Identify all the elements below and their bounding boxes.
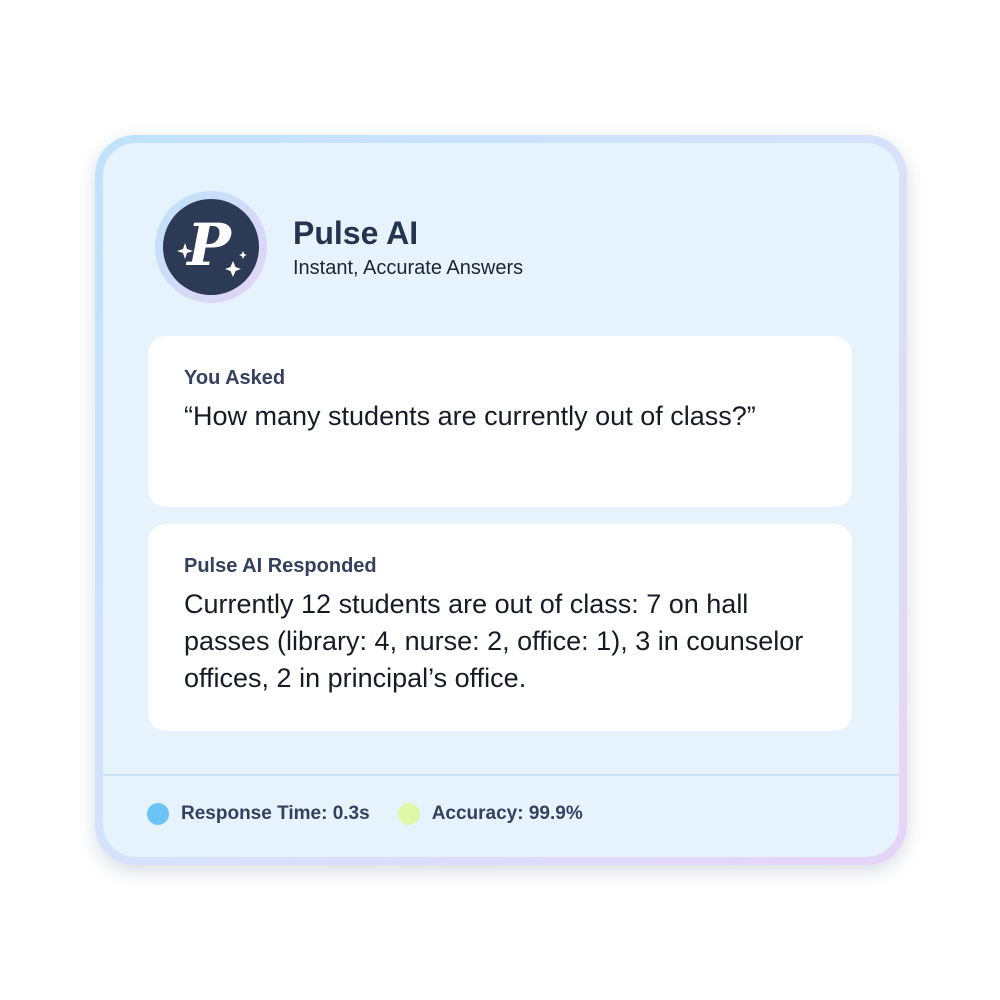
avatar-ring: P	[155, 191, 267, 303]
app-subtitle: Instant, Accurate Answers	[293, 257, 524, 279]
response-label: Pulse AI Responded	[184, 555, 377, 577]
question-label: You Asked	[184, 367, 286, 389]
question-bubble: You Asked “How many students are current…	[148, 336, 852, 507]
footer-divider	[103, 774, 899, 776]
accuracy-label: Accuracy: 99.9%	[431, 803, 583, 824]
pulse-ai-card-frame: P Pulse AI Instant, Accurate Answers You…	[95, 135, 907, 865]
accuracy-stat: Accuracy: 99.9%	[397, 803, 583, 825]
response-time-stat: Response Time: 0.3s	[147, 803, 370, 825]
response-bubble: Pulse AI Responded Currently 12 students…	[148, 524, 852, 731]
pulse-ai-card: P Pulse AI Instant, Accurate Answers You…	[103, 143, 899, 857]
response-text: Currently 12 students are out of class: …	[184, 589, 804, 693]
stats-footer: Response Time: 0.3s Accuracy: 99.9%	[147, 803, 611, 825]
question-text: “How many students are currently out of …	[184, 401, 756, 431]
app-title: Pulse AI	[293, 215, 419, 251]
response-time-label: Response Time: 0.3s	[181, 803, 370, 824]
accuracy-dot-icon	[397, 803, 420, 825]
card-header: P Pulse AI Instant, Accurate Answers	[155, 191, 523, 303]
pulse-ai-logo-icon: P	[163, 199, 259, 295]
response-time-dot-icon	[147, 803, 169, 825]
header-titles: Pulse AI Instant, Accurate Answers	[293, 214, 523, 280]
svg-text:P: P	[185, 211, 232, 279]
